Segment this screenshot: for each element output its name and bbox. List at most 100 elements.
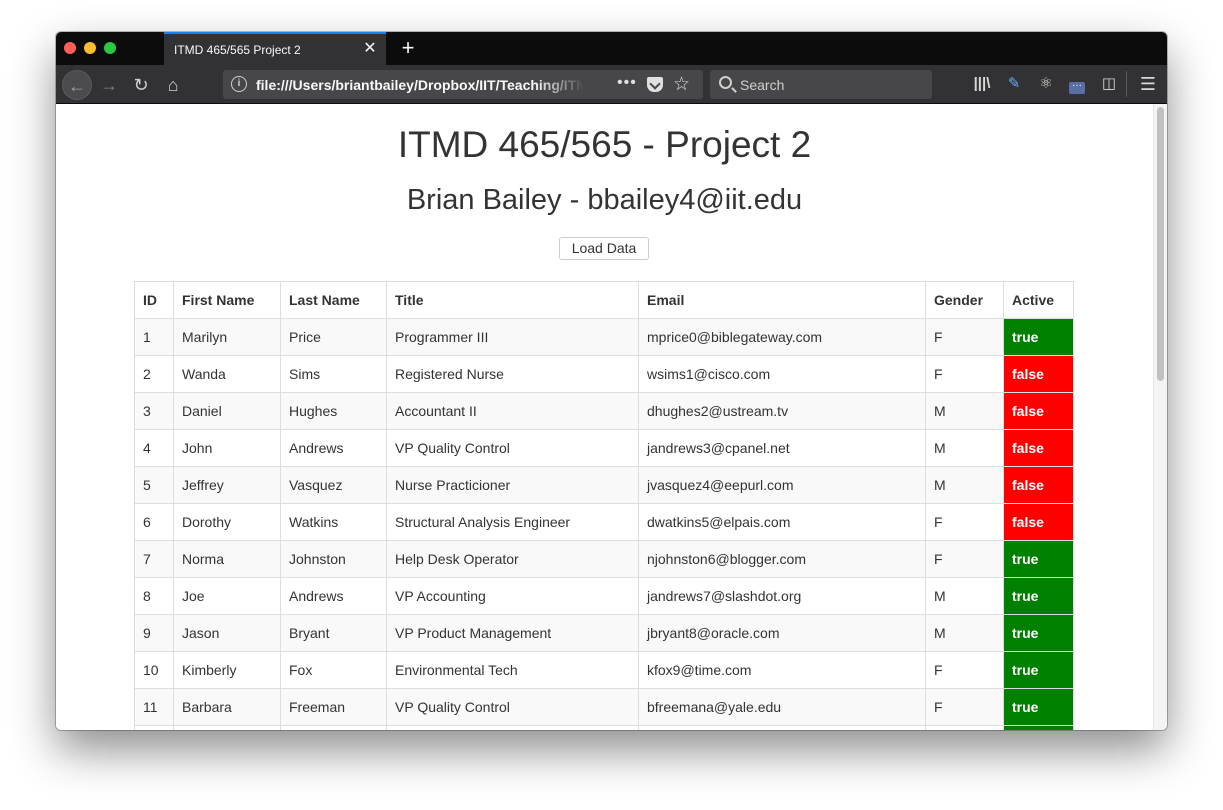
- back-button[interactable]: ←: [62, 70, 92, 100]
- cell-gender: M: [925, 614, 1004, 652]
- info-icon[interactable]: i: [231, 76, 247, 92]
- cell-id: 8: [134, 577, 174, 615]
- cell-last-name: Sims: [280, 355, 387, 393]
- browser-window: ITMD 465/565 Project 2 ✕ + ← → ↻ ⌂ i fil…: [56, 32, 1167, 730]
- cell-first-name: Kimberly: [173, 651, 281, 689]
- cell-last-name: Andrews: [280, 577, 387, 615]
- cell-gender: [925, 725, 1004, 730]
- cell-title: VP Quality Control: [386, 688, 639, 726]
- sidebar-icon[interactable]: ◫: [1095, 70, 1123, 98]
- cell-id: 5: [134, 466, 174, 504]
- page-actions-icon[interactable]: •••: [617, 74, 637, 92]
- new-tab-button[interactable]: +: [396, 36, 420, 60]
- header-email: Email: [638, 281, 926, 319]
- table-row: 8 Joe Andrews VP Accounting jandrews7@slashd…: [134, 577, 1074, 615]
- table-row: 2 Wanda Sims Registered Nurse wsims1@cisco.c…: [134, 355, 1074, 393]
- cell-id: 4: [134, 429, 174, 467]
- header-first-name: First Name: [173, 281, 281, 319]
- library-icon[interactable]: |||\: [968, 70, 996, 98]
- pencil-icon[interactable]: ✎: [1000, 70, 1028, 98]
- pocket-icon[interactable]: [647, 77, 663, 92]
- url-bar[interactable]: i file:///Users/briantbailey/Dropbox/IIT…: [223, 70, 703, 99]
- cell-email: [638, 725, 926, 730]
- header-gender: Gender: [925, 281, 1004, 319]
- table-body: 1 Marilyn Price Programmer III mprice0@bible…: [134, 318, 1074, 730]
- minimize-window-button[interactable]: [84, 42, 96, 54]
- hamburger-menu-icon[interactable]: ☰: [1134, 70, 1162, 98]
- cell-gender: F: [925, 503, 1004, 541]
- cell-active: true: [1003, 614, 1074, 652]
- cell-title: [386, 725, 639, 730]
- bookmark-star-icon[interactable]: ☆: [673, 73, 690, 96]
- table-row: true: [134, 725, 1074, 730]
- cell-id: 11: [134, 688, 174, 726]
- search-box[interactable]: Search: [710, 70, 932, 99]
- cell-active: true: [1003, 318, 1074, 356]
- cell-first-name: Wanda: [173, 355, 281, 393]
- cell-id: 9: [134, 614, 174, 652]
- header-title: Title: [386, 281, 639, 319]
- cell-active: true: [1003, 577, 1074, 615]
- reload-button[interactable]: ↻: [126, 70, 156, 100]
- header-last-name: Last Name: [280, 281, 387, 319]
- cell-id: 10: [134, 651, 174, 689]
- tab-bar: ITMD 465/565 Project 2 ✕ +: [56, 32, 1167, 65]
- close-tab-icon[interactable]: ✕: [362, 41, 378, 57]
- header-id: ID: [134, 281, 174, 319]
- cell-first-name: Norma: [173, 540, 281, 578]
- table-row: 11 Barbara Freeman VP Quality Control bfreem…: [134, 688, 1074, 726]
- cell-active: true: [1003, 688, 1074, 726]
- scrollbar-thumb[interactable]: [1157, 107, 1164, 381]
- cell-email: bfreemana@yale.edu: [638, 688, 926, 726]
- cell-active: true: [1003, 540, 1074, 578]
- table-row: 1 Marilyn Price Programmer III mprice0@bible…: [134, 318, 1074, 356]
- cell-email: dwatkins5@elpais.com: [638, 503, 926, 541]
- cell-title: Programmer III: [386, 318, 639, 356]
- home-button[interactable]: ⌂: [158, 70, 188, 100]
- table-row: 7 Norma Johnston Help Desk Operator njohnsto…: [134, 540, 1074, 578]
- cell-last-name: [280, 725, 387, 730]
- cell-active: false: [1003, 429, 1074, 467]
- cell-first-name: [173, 725, 281, 730]
- table-row: 6 Dorothy Watkins Structural Analysis Engin…: [134, 503, 1074, 541]
- table-row: 5 Jeffrey Vasquez Nurse Practicioner jvasque…: [134, 466, 1074, 504]
- tab-title: ITMD 465/565 Project 2: [174, 43, 301, 57]
- cell-email: kfox9@time.com: [638, 651, 926, 689]
- zoom-window-button[interactable]: [104, 42, 116, 54]
- cell-title: Help Desk Operator: [386, 540, 639, 578]
- cell-last-name: Hughes: [280, 392, 387, 430]
- cell-title: Accountant II: [386, 392, 639, 430]
- table-header-row: ID First Name Last Name Title Email Gend…: [134, 281, 1074, 319]
- cell-last-name: Bryant: [280, 614, 387, 652]
- cell-email: mprice0@biblegateway.com: [638, 318, 926, 356]
- cell-first-name: Joe: [173, 577, 281, 615]
- cell-title: Registered Nurse: [386, 355, 639, 393]
- cell-id: 1: [134, 318, 174, 356]
- cell-first-name: Marilyn: [173, 318, 281, 356]
- cell-title: Structural Analysis Engineer: [386, 503, 639, 541]
- react-devtools-icon[interactable]: ⚛: [1032, 70, 1060, 98]
- table-row: 3 Daniel Hughes Accountant II dhughes2@ustre…: [134, 392, 1074, 430]
- cell-first-name: Jeffrey: [173, 466, 281, 504]
- url-text[interactable]: file:///Users/briantbailey/Dropbox/IIT/T…: [256, 77, 584, 93]
- search-placeholder: Search: [740, 77, 785, 93]
- cell-title: VP Accounting: [386, 577, 639, 615]
- page-content: ITMD 465/565 - Project 2 Brian Bailey - …: [56, 104, 1153, 730]
- cell-id: [134, 725, 174, 730]
- navigation-toolbar: ← → ↻ ⌂ i file:///Users/briantbailey/Dro…: [56, 65, 1167, 104]
- forward-button[interactable]: →: [94, 70, 124, 100]
- close-window-button[interactable]: [64, 42, 76, 54]
- table-row: 4 John Andrews VP Quality Control jandrews3@…: [134, 429, 1074, 467]
- tab-project-2[interactable]: ITMD 465/565 Project 2 ✕: [164, 32, 386, 65]
- cell-first-name: Dorothy: [173, 503, 281, 541]
- vertical-scrollbar[interactable]: [1153, 104, 1167, 730]
- cell-last-name: Price: [280, 318, 387, 356]
- cell-gender: F: [925, 688, 1004, 726]
- cell-last-name: Andrews: [280, 429, 387, 467]
- cell-gender: M: [925, 577, 1004, 615]
- load-data-button[interactable]: Load Data: [559, 237, 649, 260]
- extension-icon[interactable]: ···: [1063, 70, 1091, 98]
- cell-gender: M: [925, 429, 1004, 467]
- cell-email: jvasquez4@eepurl.com: [638, 466, 926, 504]
- cell-last-name: Fox: [280, 651, 387, 689]
